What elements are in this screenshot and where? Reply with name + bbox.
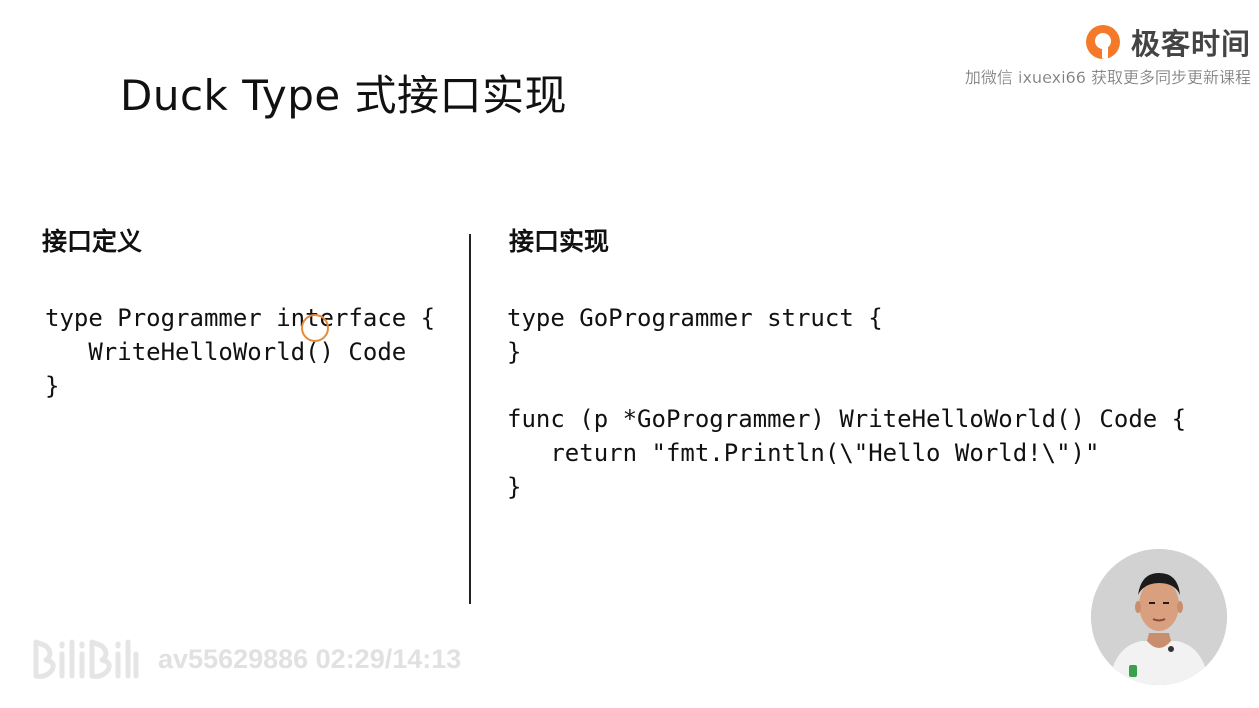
presenter-webcam: [1091, 549, 1227, 685]
watermark-text: 加微信 ixuexi66 获取更多同步更新课程: [964, 68, 1251, 87]
column-divider: [469, 234, 471, 604]
presenter-avatar-icon: [1091, 549, 1227, 685]
bilibili-logo-icon: [33, 639, 139, 679]
brand-area: 极客时间 加微信 ixuexi66 获取更多同步更新课程: [961, 20, 1251, 90]
video-id-and-time: av55629886 02:29/14:13: [158, 643, 462, 674]
brand-name: 极客时间: [1130, 27, 1251, 61]
brand-logo: 极客时间: [1083, 20, 1251, 64]
video-player-overlay: av55629886 02:29/14:13: [30, 634, 461, 684]
interface-implementation-heading: 接口实现: [509, 227, 610, 256]
slide-title: Duck Type 式接口实现: [120, 71, 568, 120]
struct-definition-code: type GoProgrammer struct { }: [507, 304, 883, 366]
interface-definition-heading: 接口定义: [42, 227, 143, 256]
lecture-slide: Duck Type 式接口实现 极客时间 加微信 ixuexi66 获取更多同步…: [0, 0, 1259, 708]
geektime-logo-icon: [1085, 25, 1120, 59]
method-implementation-code: func (p *GoProgrammer) WriteHelloWorld()…: [507, 405, 1187, 501]
interface-definition-code: type Programmer interface { WriteHelloWo…: [45, 304, 436, 400]
